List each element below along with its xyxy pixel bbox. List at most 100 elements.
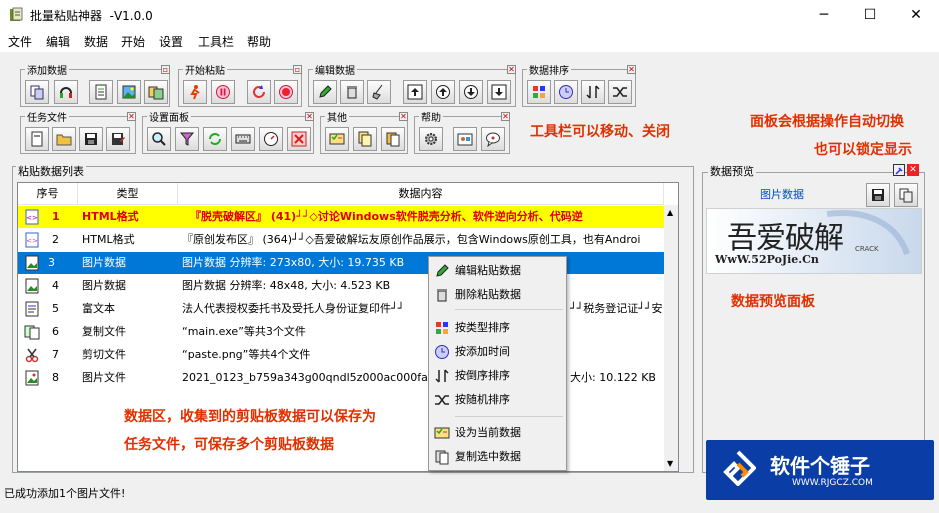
move-down-button[interactable]	[459, 80, 483, 104]
menu-toolbar[interactable]: 工具栏	[198, 33, 234, 50]
add-image-button[interactable]	[117, 80, 141, 104]
speed-setting-button[interactable]	[259, 127, 283, 151]
paste-item-button[interactable]	[381, 127, 405, 151]
preview-close-button[interactable]: ✕	[907, 164, 919, 176]
grid-icon	[436, 322, 448, 334]
preview-copy-button[interactable]	[894, 183, 918, 207]
filter-setting-button[interactable]	[175, 127, 199, 151]
data-table[interactable]: 序号 类型 数据内容 <> 1 HTML格式 『脱壳破解区』 (41)┘┘◇讨论…	[17, 182, 679, 472]
toolbar-add-data[interactable]: 添加数据 ▫	[20, 62, 170, 107]
table-row[interactable]: 8 图片文件 2021_0123_b759a343g00qndl5z000ac0…	[18, 367, 678, 389]
column-header-content[interactable]: 数据内容	[178, 183, 664, 205]
minimize-button[interactable]: ─	[801, 0, 847, 30]
runner-icon	[190, 85, 200, 100]
table-row[interactable]: 6 复制文件 “main.exe”等共3个文件	[18, 321, 678, 343]
toolbar-close-button[interactable]: ✕	[305, 112, 314, 121]
save-task-button[interactable]	[79, 127, 103, 151]
toolbar-close-button[interactable]: ✕	[399, 112, 408, 121]
save-as-button[interactable]	[106, 127, 130, 151]
menu-edit[interactable]: 编辑	[46, 33, 70, 50]
menu-delete-paste-data[interactable]: 删除粘贴数据	[431, 284, 564, 306]
sort-time-button[interactable]	[554, 80, 578, 104]
move-top-button[interactable]	[403, 80, 427, 104]
toolbar-close-button[interactable]: ▫	[161, 65, 170, 74]
column-header-no[interactable]: 序号	[18, 183, 78, 205]
sort-reverse-button[interactable]	[581, 80, 605, 104]
toolbar-start-paste[interactable]: 开始粘贴 ▫	[178, 62, 302, 107]
toolbar-close-button[interactable]: ✕	[507, 65, 516, 74]
toolbar-title: 其他	[325, 109, 349, 124]
preview-save-button[interactable]	[866, 183, 890, 207]
pause-paste-button[interactable]	[211, 80, 235, 104]
new-file-icon	[31, 131, 43, 147]
clock-icon	[559, 85, 573, 99]
menu-set-current[interactable]: 设为当前数据	[431, 422, 564, 444]
add-text-button[interactable]	[89, 80, 113, 104]
maximize-button[interactable]: ☐	[847, 0, 893, 30]
keyboard-setting-button[interactable]	[231, 127, 255, 151]
table-row[interactable]: 4 图片数据 图片数据 分辨率: 48x48, 大小: 4.523 KB	[18, 275, 678, 297]
copy-item-button[interactable]	[353, 127, 377, 151]
monitor-clipboard-button[interactable]	[54, 80, 78, 104]
menu-copy-selected[interactable]: 复制选中数据	[431, 446, 564, 468]
pin-icon[interactable]	[893, 164, 905, 176]
toolbar-edit-data[interactable]: 编辑数据 ✕	[308, 62, 516, 107]
about-button[interactable]	[453, 127, 477, 151]
move-bottom-button[interactable]	[487, 80, 511, 104]
close-setting-button[interactable]	[287, 127, 311, 151]
context-menu[interactable]: 编辑粘贴数据 删除粘贴数据 按类型排序 按添加时间 按倒序排序 按随机排序 设为…	[428, 256, 567, 471]
edit-button[interactable]	[313, 80, 337, 104]
menu-sort-time[interactable]: 按添加时间	[431, 341, 564, 363]
feedback-button[interactable]	[481, 127, 505, 151]
toolbar-settings-panel[interactable]: 设置面板 ✕	[142, 109, 314, 154]
menu-settings[interactable]: 设置	[159, 33, 183, 50]
open-task-button[interactable]	[52, 127, 76, 151]
sort-random-button[interactable]	[608, 80, 632, 104]
toolbar-close-button[interactable]: ▫	[293, 65, 302, 74]
menu-data[interactable]: 数据	[84, 33, 108, 50]
toolbar-sort-data[interactable]: 数据排序 ✕	[522, 62, 636, 107]
arrow-down-icon	[464, 85, 478, 99]
new-task-button[interactable]	[25, 127, 49, 151]
close-button[interactable]: ✕	[893, 0, 939, 30]
cycle-setting-button[interactable]	[203, 127, 227, 151]
menu-sort-reverse[interactable]: 按倒序排序	[431, 365, 564, 387]
toolbar-close-button[interactable]: ✕	[127, 112, 136, 121]
table-row[interactable]: 7 剪切文件 “paste.png”等共4个文件	[18, 344, 678, 366]
save-icon	[85, 133, 97, 145]
list-panel-title: 粘贴数据列表	[16, 163, 86, 179]
clear-button[interactable]	[367, 80, 391, 104]
options-button[interactable]	[419, 127, 443, 151]
sort-type-button[interactable]	[527, 80, 551, 104]
move-up-button[interactable]	[431, 80, 455, 104]
loop-paste-button[interactable]	[247, 80, 271, 104]
start-paste-button[interactable]	[183, 80, 207, 104]
toolbar-close-button[interactable]: ✕	[627, 65, 636, 74]
search-setting-button[interactable]	[147, 127, 171, 151]
table-row[interactable]: <> 1 HTML格式 『脱壳破解区』 (41)┘┘◇讨论Windows软件脱壳…	[18, 206, 678, 228]
toolbar-other[interactable]: 其他 ✕	[320, 109, 408, 154]
column-header-type[interactable]: 类型	[78, 183, 178, 205]
toolbar-help[interactable]: 帮助 ✕	[414, 109, 510, 154]
toolbar-close-button[interactable]: ✕	[501, 112, 510, 121]
table-row[interactable]: <> 2 HTML格式 『原创发布区』 (364)┘┘◇吾爱破解坛友原创作品展示…	[18, 229, 678, 251]
scroll-up-icon[interactable]: ▲	[667, 208, 673, 217]
menu-file[interactable]: 文件	[8, 33, 32, 50]
table-row-selected[interactable]: 3 图片数据 图片数据 分辨率: 273x80, 大小: 19.735 KB	[18, 252, 678, 274]
panel-note-line1: 面板会根据操作自动切换	[750, 114, 904, 130]
set-current-button[interactable]	[325, 127, 349, 151]
add-clipboard-button[interactable]	[25, 80, 49, 104]
add-files-button[interactable]	[144, 80, 168, 104]
stop-paste-button[interactable]	[274, 80, 298, 104]
menu-help[interactable]: 帮助	[247, 33, 271, 50]
checklist-icon	[434, 427, 450, 439]
vertical-scrollbar[interactable]: ▲ ▼	[664, 205, 678, 471]
menu-sort-type[interactable]: 按类型排序	[431, 317, 564, 339]
table-row[interactable]: 5 富文本 法人代表授权委托书及受托人身份证复印件┘┘ ┘┘税务登记证┘┘安	[18, 298, 678, 320]
menu-start[interactable]: 开始	[121, 33, 145, 50]
menu-sort-random[interactable]: 按随机排序	[431, 389, 564, 411]
delete-button[interactable]	[340, 80, 364, 104]
menu-edit-paste-data[interactable]: 编辑粘贴数据	[431, 260, 564, 282]
scroll-down-icon[interactable]: ▼	[667, 459, 673, 468]
toolbar-task-file[interactable]: 任务文件 ✕	[20, 109, 136, 154]
